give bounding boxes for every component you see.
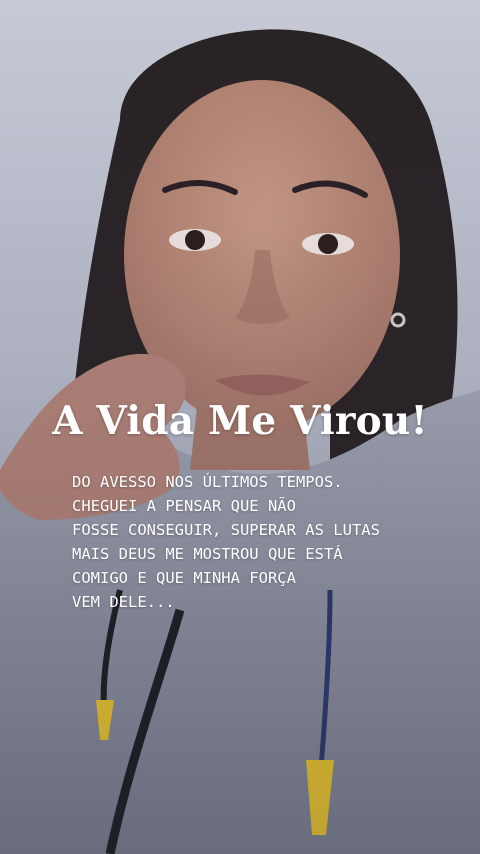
story-text: DO AVESSO NOS ÚLTIMOS TEMPOS. CHEGUEI A …	[72, 470, 452, 614]
story-line: MAIS DEUS ME MOSTROU QUE ESTÁ	[72, 545, 343, 563]
story-line: VEM DELE...	[72, 593, 175, 611]
story-line: CHEGUEI A PENSAR QUE NÃO	[72, 497, 296, 515]
story-frame: A Vida Me Virou! DO AVESSO NOS ÚLTIMOS T…	[0, 0, 480, 854]
story-line: DO AVESSO NOS ÚLTIMOS TEMPOS.	[72, 473, 343, 491]
story-line: FOSSE CONSEGUIR, SUPERAR AS LUTAS	[72, 521, 380, 539]
headline: A Vida Me Virou!	[52, 398, 428, 444]
story-line: COMIGO E QUE MINHA FORÇA	[72, 569, 296, 587]
